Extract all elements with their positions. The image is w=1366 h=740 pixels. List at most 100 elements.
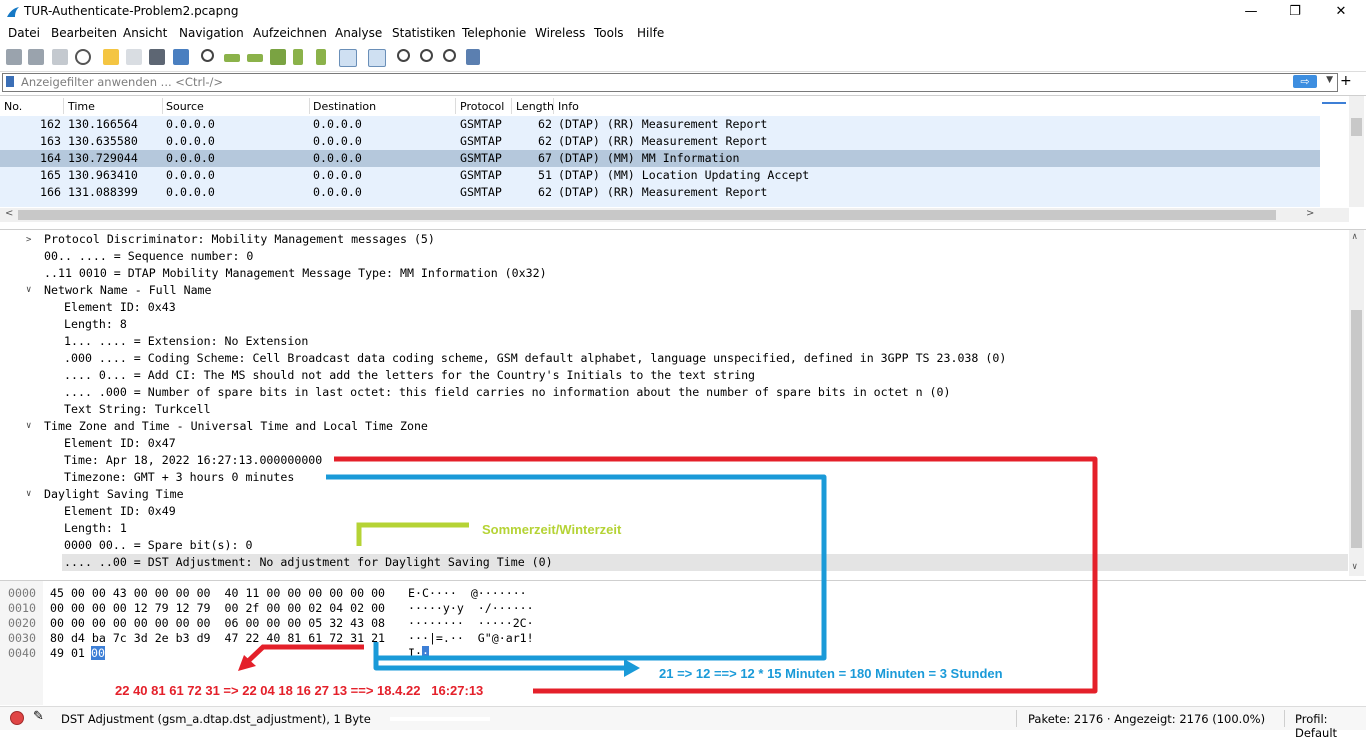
byte-ascii[interactable]: E·C···· @······· xyxy=(408,586,527,600)
menu-wireless[interactable]: Wireless xyxy=(535,26,585,40)
column-info[interactable]: Info xyxy=(558,100,579,113)
detail-line[interactable]: Length: 8 xyxy=(64,317,127,331)
packet-row[interactable]: 162 130.166564 0.0.0.0 0.0.0.0 GSMTAP 62… xyxy=(0,116,1320,133)
menu-datei[interactable]: Datei xyxy=(8,26,40,40)
byte-hex[interactable]: 00 00 00 00 00 00 00 00 06 00 00 00 05 3… xyxy=(50,616,385,630)
menu-telephonie[interactable]: Telephonie xyxy=(462,26,526,40)
byte-hex[interactable]: 45 00 00 43 00 00 00 00 40 11 00 00 00 0… xyxy=(50,586,385,600)
reload-file-icon[interactable] xyxy=(173,49,189,65)
scroll-thumb[interactable] xyxy=(1351,118,1362,136)
chevron-down-icon[interactable]: ∨ xyxy=(26,285,31,295)
close-button[interactable]: ✕ xyxy=(1318,2,1364,22)
chevron-left-icon[interactable]: < xyxy=(5,208,13,219)
detail-line-selected[interactable]: .... ..00 = DST Adjustment: No adjustmen… xyxy=(64,555,553,569)
display-filter-bar[interactable]: Anzeigefilter anwenden ... <Ctrl-/> ⇨ ▼ xyxy=(2,73,1338,92)
detail-line[interactable]: Timezone: GMT + 3 hours 0 minutes xyxy=(64,470,294,484)
packet-row[interactable]: 163 130.635580 0.0.0.0 0.0.0.0 GSMTAP 62… xyxy=(0,133,1320,150)
colorize-icon[interactable] xyxy=(368,49,386,67)
minimize-button[interactable]: — xyxy=(1228,2,1274,22)
close-file-icon[interactable] xyxy=(149,49,165,65)
byte-hex[interactable]: 00 00 00 00 12 79 12 79 00 2f 00 00 02 0… xyxy=(50,601,385,615)
stop-capture-icon[interactable] xyxy=(28,49,44,65)
go-to-packet-icon[interactable] xyxy=(270,49,286,65)
detail-line[interactable]: Text String: Turkcell xyxy=(64,402,211,416)
column-no[interactable]: No. xyxy=(4,100,22,113)
byte-hex[interactable]: 49 01 xyxy=(50,646,85,660)
chevron-down-icon[interactable]: ▼ xyxy=(1326,75,1333,85)
byte-ascii[interactable]: ········ ·····2C· xyxy=(408,616,534,630)
detail-line[interactable]: Time: Apr 18, 2022 16:27:13.000000000 xyxy=(64,453,322,467)
find-packet-icon[interactable] xyxy=(201,49,214,62)
byte-hex-selected[interactable]: 00 xyxy=(91,646,105,660)
byte-ascii[interactable]: ···|=.·· G"@·ar1! xyxy=(408,631,534,645)
chevron-right-icon[interactable]: > xyxy=(1306,208,1314,219)
chevron-down-icon[interactable]: ∨ xyxy=(26,489,31,499)
chevron-right-icon[interactable]: > xyxy=(26,235,31,245)
expert-info-icon[interactable] xyxy=(10,711,24,725)
detail-line[interactable]: .... 0... = Add CI: The MS should not ad… xyxy=(64,368,755,382)
menu-statistiken[interactable]: Statistiken xyxy=(392,26,456,40)
edit-comment-icon[interactable]: ✎ xyxy=(33,709,44,724)
column-time[interactable]: Time xyxy=(68,100,95,113)
packet-row[interactable]: 166 131.088399 0.0.0.0 0.0.0.0 GSMTAP 62… xyxy=(0,184,1320,201)
chevron-up-icon[interactable]: ∧ xyxy=(1352,232,1357,242)
menu-tools[interactable]: Tools xyxy=(594,26,624,40)
menu-analyse[interactable]: Analyse xyxy=(335,26,382,40)
go-forward-icon[interactable] xyxy=(247,54,263,62)
packet-list-vscroll[interactable] xyxy=(1349,96,1364,207)
last-packet-icon[interactable] xyxy=(316,49,326,65)
go-back-icon[interactable] xyxy=(224,54,240,62)
status-profile[interactable]: Profil: Default xyxy=(1295,712,1366,740)
detail-line[interactable]: Protocol Discriminator: Mobility Managem… xyxy=(44,232,435,246)
details-vscroll[interactable]: ∧ ∨ xyxy=(1349,230,1364,576)
detail-line[interactable]: ..11 0010 = DTAP Mobility Management Mes… xyxy=(44,266,547,280)
detail-line[interactable]: 1... .... = Extension: No Extension xyxy=(64,334,308,348)
add-filter-button[interactable]: + xyxy=(1340,73,1352,89)
chevron-down-icon[interactable]: ∨ xyxy=(1352,562,1357,572)
maximize-button[interactable]: ❐ xyxy=(1272,2,1318,22)
save-file-icon[interactable] xyxy=(126,49,142,65)
detail-line[interactable]: Element ID: 0x43 xyxy=(64,300,176,314)
byte-hex[interactable]: 80 d4 ba 7c 3d 2e b3 d9 47 22 40 81 61 7… xyxy=(50,631,385,645)
packet-row-partial[interactable] xyxy=(0,201,1320,207)
menu-ansicht[interactable]: Ansicht xyxy=(123,26,167,40)
detail-line[interactable]: Time Zone and Time - Universal Time and … xyxy=(44,419,428,433)
packet-list-hscroll[interactable]: < > xyxy=(0,208,1349,222)
byte-ascii[interactable]: ·····y·y ·/······ xyxy=(408,601,534,615)
detail-line[interactable]: Network Name - Full Name xyxy=(44,283,212,297)
detail-line[interactable]: Element ID: 0x49 xyxy=(64,504,176,518)
column-source[interactable]: Source xyxy=(166,100,204,113)
column-destination[interactable]: Destination xyxy=(313,100,376,113)
restart-capture-icon[interactable] xyxy=(52,49,68,65)
column-length[interactable]: Length xyxy=(516,100,554,113)
resize-columns-icon[interactable] xyxy=(466,49,480,65)
menu-bearbeiten[interactable]: Bearbeiten xyxy=(51,26,117,40)
zoom-out-icon[interactable] xyxy=(420,49,433,62)
menu-navigation[interactable]: Navigation xyxy=(179,26,244,40)
column-protocol[interactable]: Protocol xyxy=(460,100,504,113)
detail-line[interactable]: 0000 00.. = Spare bit(s): 0 xyxy=(64,538,252,552)
apply-filter-button[interactable]: ⇨ xyxy=(1293,75,1317,88)
byte-ascii[interactable]: I· xyxy=(408,646,422,660)
zoom-reset-icon[interactable] xyxy=(443,49,456,62)
menu-aufzeichnen[interactable]: Aufzeichnen xyxy=(253,26,327,40)
bookmark-icon[interactable] xyxy=(6,76,14,87)
autoscroll-icon[interactable] xyxy=(339,49,357,67)
scroll-thumb[interactable] xyxy=(18,210,1276,220)
byte-ascii-selected[interactable]: · xyxy=(422,646,429,660)
chevron-down-icon[interactable]: ∨ xyxy=(26,421,31,431)
detail-line[interactable]: .... .000 = Number of spare bits in last… xyxy=(64,385,950,399)
packet-row-selected[interactable]: 164 130.729044 0.0.0.0 0.0.0.0 GSMTAP 67… xyxy=(0,150,1320,167)
detail-line[interactable]: Daylight Saving Time xyxy=(44,487,184,501)
detail-line[interactable]: Element ID: 0x47 xyxy=(64,436,176,450)
start-capture-icon[interactable] xyxy=(6,49,22,65)
open-file-icon[interactable] xyxy=(103,49,119,65)
detail-line[interactable]: 00.. .... = Sequence number: 0 xyxy=(44,249,253,263)
filter-input[interactable]: Anzeigefilter anwenden ... <Ctrl-/> xyxy=(21,75,223,89)
first-packet-icon[interactable] xyxy=(293,49,303,65)
scroll-thumb[interactable] xyxy=(1351,310,1362,548)
detail-line[interactable]: .000 .... = Coding Scheme: Cell Broadcas… xyxy=(64,351,1006,365)
menu-hilfe[interactable]: Hilfe xyxy=(637,26,664,40)
packet-row[interactable]: 165 130.963410 0.0.0.0 0.0.0.0 GSMTAP 51… xyxy=(0,167,1320,184)
zoom-in-icon[interactable] xyxy=(397,49,410,62)
